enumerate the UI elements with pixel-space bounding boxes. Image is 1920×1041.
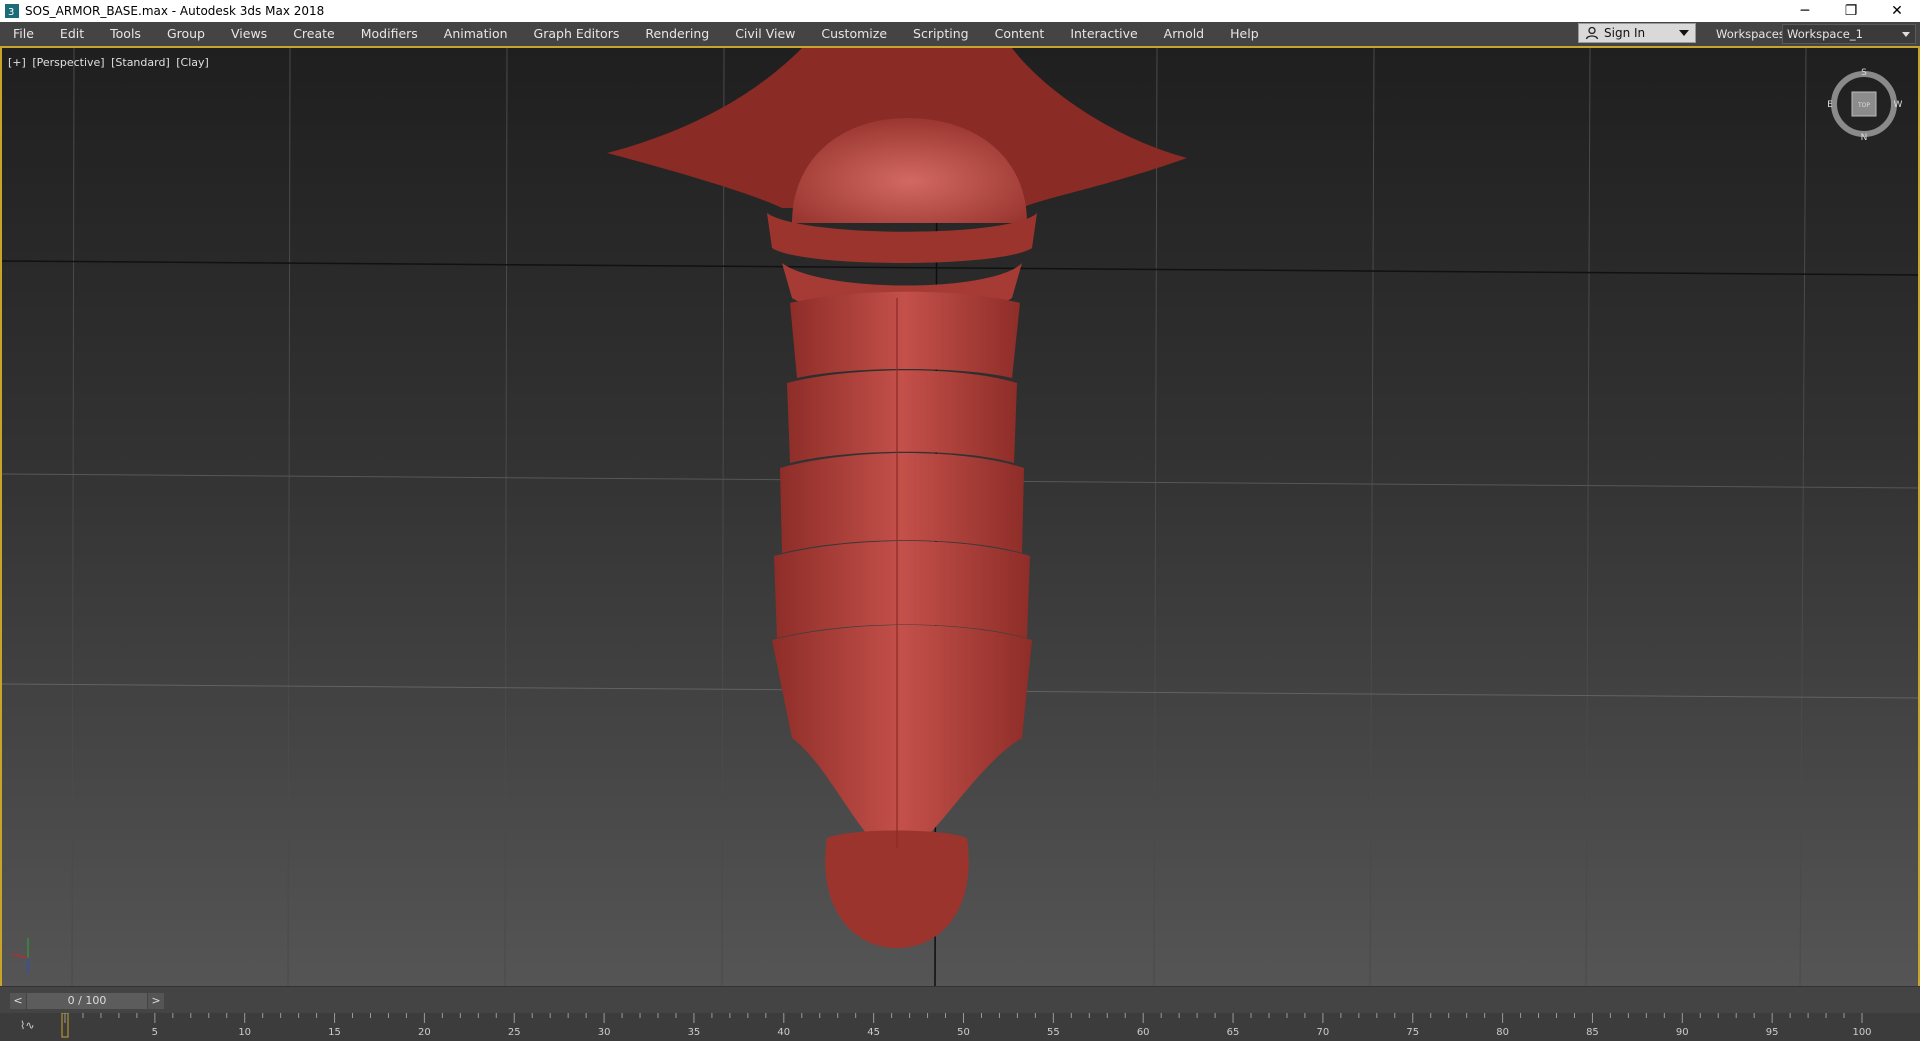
sign-in-dropdown[interactable]: Sign In	[1578, 23, 1696, 43]
viewcube-compass-left[interactable]: E	[1827, 100, 1833, 110]
workspaces-label: Workspaces:	[1716, 27, 1789, 41]
viewport-label[interactable]: [+] [Perspective] [Standard] [Clay]	[8, 56, 212, 69]
menu-edit[interactable]: Edit	[47, 22, 97, 46]
restore-button[interactable]: ❐	[1828, 0, 1874, 22]
menu-customize[interactable]: Customize	[808, 22, 900, 46]
viewcube-compass-top[interactable]: S	[1861, 68, 1867, 78]
track-bar[interactable]: ⌇∿ 5 10 15 20 25 30 35 40 45 50 55 60 65 70 75 80 85 90 95…	[0, 1013, 1920, 1041]
frame-tick-label: 100	[1852, 1027, 1872, 1038]
window-title: SOS_ARMOR_BASE.max - Autodesk 3ds Max 20…	[25, 4, 325, 18]
minimize-button[interactable]: ─	[1782, 0, 1828, 22]
menu-group[interactable]: Group	[154, 22, 218, 46]
frame-tick-label: 55	[1046, 1027, 1060, 1038]
frame-tick-label: 40	[777, 1027, 791, 1038]
armor-model[interactable]	[607, 48, 1187, 948]
viewcube-compass-right[interactable]: W	[1894, 100, 1902, 110]
workspace-select[interactable]: Workspace_1	[1782, 24, 1916, 44]
frame-tick-label: 85	[1586, 1027, 1599, 1038]
viewcube-face-label: TOP	[1857, 102, 1870, 109]
menu-file[interactable]: File	[0, 22, 47, 46]
menu-animation[interactable]: Animation	[431, 22, 521, 46]
frame-tick-label: 5	[151, 1027, 159, 1038]
chevron-down-icon	[1679, 30, 1689, 36]
viewport-scene	[2, 48, 1918, 986]
frame-tick-label: 20	[418, 1027, 431, 1038]
svg-text:3: 3	[8, 7, 14, 18]
sign-in-label: Sign In	[1604, 26, 1646, 40]
menu-content[interactable]: Content	[982, 22, 1058, 46]
close-button[interactable]: ✕	[1874, 0, 1920, 22]
frame-tick-label: 65	[1226, 1027, 1240, 1038]
frame-tick-label: 80	[1496, 1027, 1509, 1038]
viewcube[interactable]: TOP S N E W	[1826, 66, 1902, 142]
axis-tripod-icon	[11, 938, 29, 973]
menu-arnold[interactable]: Arnold	[1151, 22, 1217, 46]
viewport-style-label[interactable]: [Clay]	[176, 56, 209, 69]
viewport-shading-label[interactable]: [Standard]	[111, 56, 170, 69]
viewport-menu-plus[interactable]: [+]	[8, 56, 26, 69]
viewcube-compass-bottom[interactable]: N	[1861, 133, 1868, 142]
frame-tick-label: 45	[867, 1027, 881, 1038]
menu-views[interactable]: Views	[218, 22, 280, 46]
frame-tick-label: 60	[1136, 1027, 1150, 1038]
perspective-viewport[interactable]: [+] [Perspective] [Standard] [Clay]	[0, 46, 1920, 986]
frame-tick-label: 25	[507, 1027, 521, 1038]
title-bar: 3 SOS_ARMOR_BASE.max - Autodesk 3ds Max …	[0, 0, 1920, 22]
frame-tick-label: 35	[687, 1027, 701, 1038]
frame-tick-label: 95	[1765, 1027, 1779, 1038]
menu-modifiers[interactable]: Modifiers	[348, 22, 431, 46]
next-frame-button[interactable]: >	[148, 993, 164, 1009]
menu-graph-editors[interactable]: Graph Editors	[521, 22, 633, 46]
menu-scripting[interactable]: Scripting	[900, 22, 982, 46]
frame-tick-label: 70	[1316, 1027, 1330, 1038]
workspace-value: Workspace_1	[1787, 27, 1863, 41]
chevron-down-icon	[1902, 32, 1910, 37]
3dsmax-app-icon[interactable]: 3	[5, 4, 19, 18]
frame-tick-label: 15	[328, 1027, 341, 1038]
frame-tick-label: 10	[238, 1027, 252, 1038]
menu-rendering[interactable]: Rendering	[632, 22, 722, 46]
frame-tick-label: 50	[957, 1027, 970, 1038]
viewport-view-label[interactable]: [Perspective]	[32, 56, 104, 69]
prev-frame-button[interactable]: <	[10, 993, 26, 1009]
frame-tick-label: 90	[1675, 1027, 1689, 1038]
time-slider-thumb[interactable]: 0 / 100	[27, 993, 147, 1009]
menu-interactive[interactable]: Interactive	[1057, 22, 1150, 46]
user-icon	[1585, 26, 1599, 40]
time-slider[interactable]: < 0 / 100 >	[10, 993, 164, 1009]
menu-create[interactable]: Create	[280, 22, 348, 46]
frame-tick-label: 30	[597, 1027, 611, 1038]
timeline-panel: < 0 / 100 > ⌇∿ 5 10 15 20 25 30 35 40 45 50 55 60 65…	[0, 986, 1920, 1041]
menu-civil-view[interactable]: Civil View	[722, 22, 808, 46]
frame-tick-label: 75	[1406, 1027, 1420, 1038]
menu-help[interactable]: Help	[1217, 22, 1272, 46]
menu-tools[interactable]: Tools	[97, 22, 154, 46]
